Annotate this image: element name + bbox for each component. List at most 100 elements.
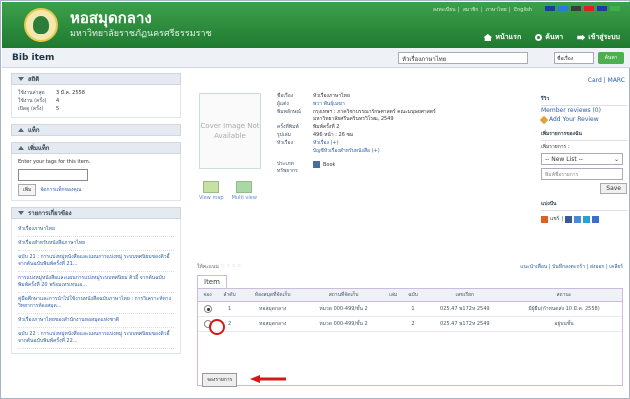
thai-link[interactable]: ภาษาไทย [486, 7, 507, 13]
share-buttons: แชร์ | [541, 215, 627, 223]
nav-search[interactable]: ค้นหา [535, 32, 563, 43]
resource-type-value: Book [323, 162, 336, 168]
table-row: 2 หอสมุดกลาง หมวด 000-499/ชั้น 2 2 025.4… [198, 316, 622, 332]
subject-link[interactable]: บัญชีหัวเรื่องสำหรับหนังสือ (+) [313, 148, 380, 155]
reserve-radio[interactable] [203, 305, 212, 313]
email-icon[interactable] [574, 215, 581, 223]
meta-label: ครั้งที่พิมพ์ [277, 124, 299, 130]
related-item[interactable]: ฉบับ 22 : การแบ่งหมู่หนังสือและแผนการแบ่… [18, 328, 174, 349]
star-rating[interactable]: ☆☆☆☆☆ [215, 263, 242, 269]
items-panel: จอง ลำดับ ห้องสมุดที่จัดเก็บ สถานที่จัดเ… [197, 288, 623, 387]
resource-type: Book [313, 161, 335, 175]
meta-value: 496 หน้า : 26 ซม [313, 132, 354, 138]
item-status: มีผู้ยืม(กำหนดส่ง 10 มี.ค. 2558) [506, 301, 622, 317]
item-library: หอสมุดกลาง [242, 316, 304, 332]
item-call-number: 025.47 พ172ห 2549 [423, 301, 506, 317]
reserve-button[interactable]: จองรายการ [202, 373, 238, 387]
chevron-up-icon [18, 146, 24, 150]
english-link[interactable]: English [514, 7, 532, 13]
related-header[interactable]: รายการเกี่ยวข้อง [11, 207, 181, 219]
twitter-icon[interactable] [583, 215, 590, 223]
stats-header[interactable]: สถิติ [11, 73, 181, 85]
meta-row: บัญชีหัวเรื่องสำหรับหนังสือ (+) [277, 148, 447, 155]
col-seq: ลำดับ [217, 289, 243, 302]
nav-home[interactable]: หน้าแรก [483, 32, 521, 43]
member-link[interactable]: สมาชิก [463, 7, 479, 13]
member-reviews-link[interactable]: Member reviews (0) [541, 106, 627, 115]
more-share-icon[interactable] [592, 215, 599, 223]
rating-row: ให้คะแนน ☆☆☆☆☆ แนะนำเพื่อน | บันทึกลงตะก… [197, 263, 623, 273]
related-item[interactable]: หัวเรื่องสำหรับหนังสือภาษาไทย [18, 237, 174, 251]
site-subtitle: มหาวิทยาลัยราชภัฏนครศรีธรรมราช [70, 29, 212, 39]
related-item[interactable]: การแบ่งหมู่หนังสือและแผนการแบ่งหมู่ระบบท… [18, 272, 174, 293]
nav-home-label: หน้าแรก [495, 33, 522, 41]
tag-input[interactable] [18, 169, 88, 181]
item-action-links[interactable]: แนะนำเพื่อน | บันทึกลงตะกร้า | ส่งออก | … [520, 263, 623, 271]
theme-swatch[interactable] [597, 6, 607, 11]
search-input[interactable]: หัวเรื่องภาษาไทย [398, 52, 528, 64]
page-title: Bib item [12, 53, 55, 63]
search-scope-select[interactable]: ชื่อเรื่อง [554, 52, 594, 64]
items-section: Item จอง ลำดับ ห้องสมุดที่จัดเก็บ สถานที… [197, 275, 623, 395]
related-item[interactable]: หัวเรื่องภาษาไทย [18, 223, 174, 237]
tab-item[interactable]: Item [197, 275, 227, 288]
subject-link[interactable]: หัวเรื่อง (+) [313, 140, 339, 147]
view-map-link[interactable]: View map [199, 181, 224, 201]
related-item[interactable]: ฉบับ 21 : การแบ่งหมู่หนังสือและแผนการแบ่… [18, 251, 174, 272]
nav-search-label: ค้นหา [545, 33, 564, 41]
meta-row: ประเภททรัพยากร Book [277, 161, 447, 175]
nav-login[interactable]: เข้าสู่ระบบ [577, 32, 620, 43]
share-plus-icon[interactable] [541, 215, 548, 223]
add-tag-button[interactable]: เพิ่ม [18, 184, 37, 196]
multi-view-thumbnail-icon [236, 181, 253, 193]
multi-view-link[interactable]: Multi view [232, 181, 257, 201]
table-row: 1 หอสมุดกลาง หมวด 000-499/ชั้น 2 1 025.4… [198, 301, 622, 317]
meta-label: หัวเรื่อง [277, 140, 293, 146]
facebook-icon[interactable] [565, 215, 572, 223]
col-call-number: เลขเรียก [423, 289, 506, 302]
item-seq-link[interactable]: 1 [217, 301, 243, 317]
theme-swatch[interactable] [545, 6, 555, 11]
meta-row: ชื่อเรื่อง หัวเรื่องภาษาไทย [277, 93, 447, 100]
related-item[interactable]: คู่มือศึกษาและการนำไปใช้งานหนังสือฉบับภา… [18, 293, 174, 314]
list-select[interactable]: -- New List -- ⌄ [541, 153, 623, 165]
meta-label: ชื่อเรื่อง [277, 93, 294, 99]
theme-swatch[interactable] [610, 6, 620, 11]
stats-panel: ใช้งานล่าสุด 3 มี.ค. 2558 ใช้งาน (ครั้ง) 4… [11, 85, 181, 118]
theme-swatch[interactable] [571, 6, 581, 11]
book-icon [313, 161, 320, 168]
add-review-link[interactable]: Add Your Review [539, 115, 627, 124]
university-logo[interactable] [24, 8, 58, 42]
theme-swatch[interactable] [584, 6, 594, 11]
register-link[interactable]: ลงทะเบียน [433, 7, 456, 13]
share-label[interactable]: แชร์ [550, 215, 559, 223]
save-list-button[interactable]: Save [600, 183, 627, 194]
meta-label [277, 148, 313, 155]
col-library: ห้องสมุดที่จัดเก็บ [242, 289, 304, 302]
stats-title: สถิติ [28, 76, 40, 83]
highlight-circle [209, 319, 225, 335]
theme-swatch[interactable] [558, 6, 568, 11]
col-volume: เล่ม [383, 289, 403, 302]
related-item[interactable]: หัวเรื่องภาษาไทยของสำนักงานหอสมุดแห่งชาต… [18, 314, 174, 328]
stat-value: 4 [56, 98, 60, 104]
author-link[interactable]: พวา พันธุ์เมฆา [313, 101, 345, 108]
list-name-input[interactable]: พิมพ์ชื่อรายการ [541, 168, 623, 180]
tags-header[interactable]: แท็ก [11, 124, 181, 136]
add-to-label: เพิ่มรายการ : [541, 144, 570, 150]
pointer-arrow-icon [250, 375, 286, 383]
search-go-button[interactable]: ค้นหา [598, 52, 624, 64]
col-copy: ฉบับ [402, 289, 424, 302]
add-tag-header[interactable]: เพิ่มแท็ก [11, 142, 181, 154]
right-panel: Card | MARC รีวิว Member reviews (0) Add… [539, 73, 627, 273]
card-marc-links[interactable]: Card | MARC [588, 77, 625, 84]
col-location: สถานที่จัดเก็บ [303, 289, 384, 302]
meta-value: พิมพ์ครั้งที่ 2 [313, 124, 340, 130]
multi-view-label: Multi view [231, 195, 257, 201]
item-copy: 2 [402, 316, 424, 332]
add-tag-panel: Enter your tags for this item. เพิ่ม จัด… [11, 154, 181, 201]
nav-login-label: เข้าสู่ระบบ [588, 33, 620, 41]
meta-row: หัวเรื่อง หัวเรื่อง (+) [277, 140, 447, 147]
manage-tags-link[interactable]: จัดการแท็กของคุณ [40, 186, 81, 194]
theme-color-selector [545, 6, 620, 11]
